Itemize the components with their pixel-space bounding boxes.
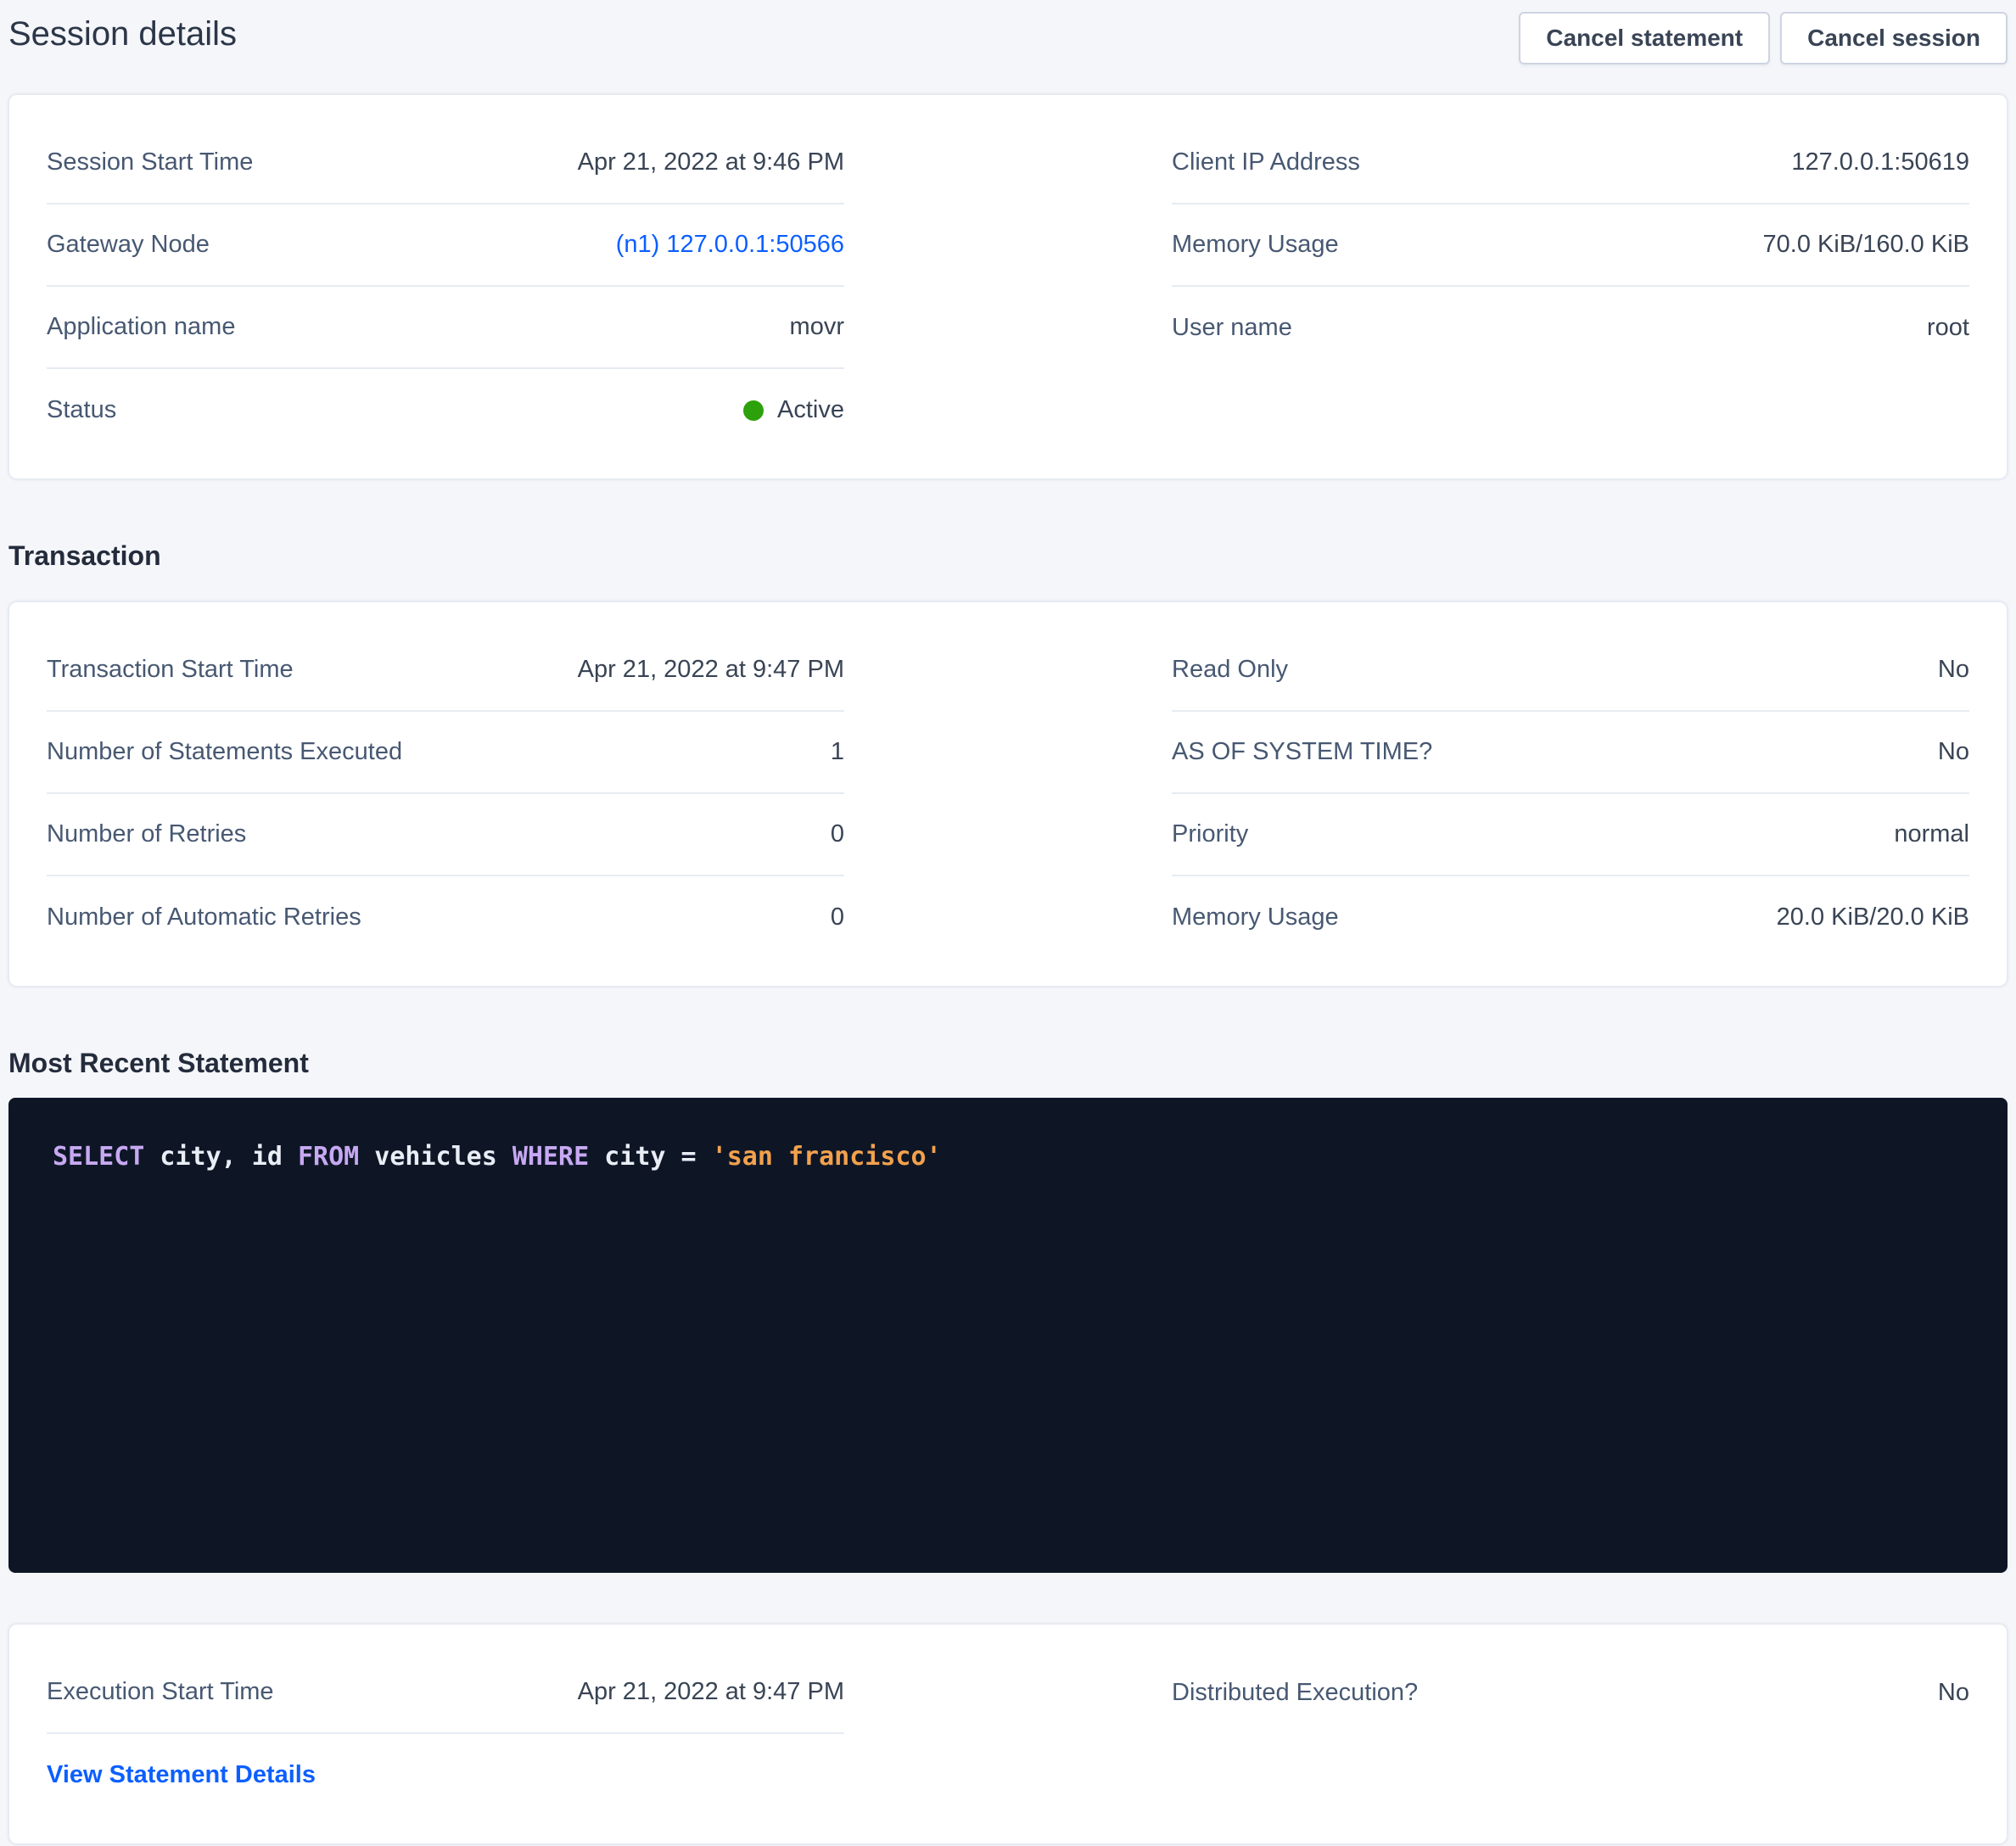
row-label: Number of Retries (47, 820, 246, 848)
session-left-column: Session Start Time Apr 21, 2022 at 9:46 P… (47, 122, 844, 451)
row-label: Client IP Address (1172, 148, 1360, 176)
status-active-dot (743, 400, 764, 421)
detail-row: Execution Start Time Apr 21, 2022 at 9:47… (47, 1652, 844, 1734)
most-recent-statement-heading: Most Recent Statement (8, 1048, 2008, 1079)
row-value: normal (1894, 820, 1969, 848)
sql-statement: SELECT city, id FROM vehicles WHERE city… (53, 1142, 942, 1172)
detail-row: Session Start Time Apr 21, 2022 at 9:46 P… (47, 122, 844, 204)
row-label: Distributed Execution? (1172, 1679, 1418, 1707)
row-label: Gateway Node (47, 231, 210, 259)
detail-row: Status Active (47, 369, 844, 451)
row-value: No (1938, 656, 1969, 684)
row-value: 127.0.0.1:50619 (1791, 148, 1969, 176)
transaction-card: Transaction Start Time Apr 21, 2022 at 9:… (8, 601, 2008, 987)
session-right-column: Client IP Address 127.0.0.1:50619 Memory U… (1172, 122, 1969, 369)
row-value: 20.0 KiB/20.0 KiB (1777, 903, 1969, 931)
row-value: root (1927, 314, 1969, 342)
page-header: Session details Cancel statement Cancel … (8, 12, 2008, 64)
transaction-heading: Transaction (8, 540, 2008, 572)
row-value: No (1938, 1679, 1969, 1707)
execution-right-column: Distributed Execution? No (1172, 1652, 1969, 1734)
detail-row: Number of Statements Executed 1 (47, 712, 844, 794)
page-title: Session details (8, 15, 237, 53)
cancel-statement-button[interactable]: Cancel statement (1519, 12, 1770, 64)
row-label: Read Only (1172, 656, 1288, 684)
detail-row: Transaction Start Time Apr 21, 2022 at 9:… (47, 629, 844, 712)
sql-token-plain: vehicles (359, 1142, 512, 1172)
row-value: Apr 21, 2022 at 9:47 PM (578, 1678, 844, 1706)
sql-token-keyword: SELECT (53, 1142, 144, 1172)
row-label: Application name (47, 313, 235, 341)
view-statement-details-link[interactable]: View Statement Details (47, 1761, 316, 1789)
row-label: Transaction Start Time (47, 656, 294, 684)
row-value: Apr 21, 2022 at 9:47 PM (578, 656, 844, 684)
row-label: Number of Automatic Retries (47, 903, 361, 931)
row-value: 70.0 KiB/160.0 KiB (1763, 231, 1969, 259)
sql-token-keyword: FROM (298, 1142, 359, 1172)
detail-row: Distributed Execution? No (1172, 1652, 1969, 1734)
transaction-left-column: Transaction Start Time Apr 21, 2022 at 9:… (47, 629, 844, 959)
row-value: 0 (831, 903, 844, 931)
session-summary-card: Session Start Time Apr 21, 2022 at 9:46 P… (8, 94, 2008, 479)
detail-row: Application name movr (47, 287, 844, 369)
detail-row: Memory Usage 20.0 KiB/20.0 KiB (1172, 876, 1969, 959)
cancel-session-button[interactable]: Cancel session (1780, 12, 2008, 64)
detail-row: Client IP Address 127.0.0.1:50619 (1172, 122, 1969, 204)
detail-row: Number of Retries 0 (47, 794, 844, 876)
detail-row: User name root (1172, 287, 1969, 369)
transaction-right-column: Read Only No AS OF SYSTEM TIME? No Priority n… (1172, 629, 1969, 959)
row-label: Memory Usage (1172, 903, 1339, 931)
status-text: Active (777, 396, 844, 424)
execution-left-column: Execution Start Time Apr 21, 2022 at 9:47… (47, 1652, 844, 1816)
gateway-node-link[interactable]: (n1) 127.0.0.1:50566 (616, 231, 844, 259)
detail-row: Read Only No (1172, 629, 1969, 712)
sql-token-string: 'san francisco' (712, 1142, 942, 1172)
detail-row: Gateway Node (n1) 127.0.0.1:50566 (47, 204, 844, 287)
row-label: Status (47, 396, 116, 424)
sql-token-plain: city, id (144, 1142, 298, 1172)
sql-token-plain: city = (589, 1142, 712, 1172)
session-status: Active (743, 396, 844, 424)
row-label: Session Start Time (47, 148, 253, 176)
row-label: Memory Usage (1172, 231, 1339, 259)
detail-row: View Statement Details (47, 1734, 844, 1816)
row-value: movr (790, 313, 844, 341)
row-label: AS OF SYSTEM TIME? (1172, 738, 1432, 766)
row-label: Execution Start Time (47, 1678, 274, 1706)
sql-statement-box: SELECT city, id FROM vehicles WHERE city… (8, 1098, 2008, 1573)
row-label: User name (1172, 314, 1292, 342)
row-value: 0 (831, 820, 844, 848)
execution-card: Execution Start Time Apr 21, 2022 at 9:47… (8, 1624, 2008, 1844)
row-label: Priority (1172, 820, 1248, 848)
detail-row: Memory Usage 70.0 KiB/160.0 KiB (1172, 204, 1969, 287)
detail-row: Number of Automatic Retries 0 (47, 876, 844, 959)
header-actions: Cancel statement Cancel session (1519, 12, 2008, 64)
detail-row: Priority normal (1172, 794, 1969, 876)
session-details-page: Session details Cancel statement Cancel … (0, 0, 2016, 1844)
row-value: 1 (831, 738, 844, 766)
row-label: Number of Statements Executed (47, 738, 402, 766)
sql-token-keyword: WHERE (512, 1142, 589, 1172)
row-value: Apr 21, 2022 at 9:46 PM (578, 148, 844, 176)
detail-row: AS OF SYSTEM TIME? No (1172, 712, 1969, 794)
row-value: No (1938, 738, 1969, 766)
